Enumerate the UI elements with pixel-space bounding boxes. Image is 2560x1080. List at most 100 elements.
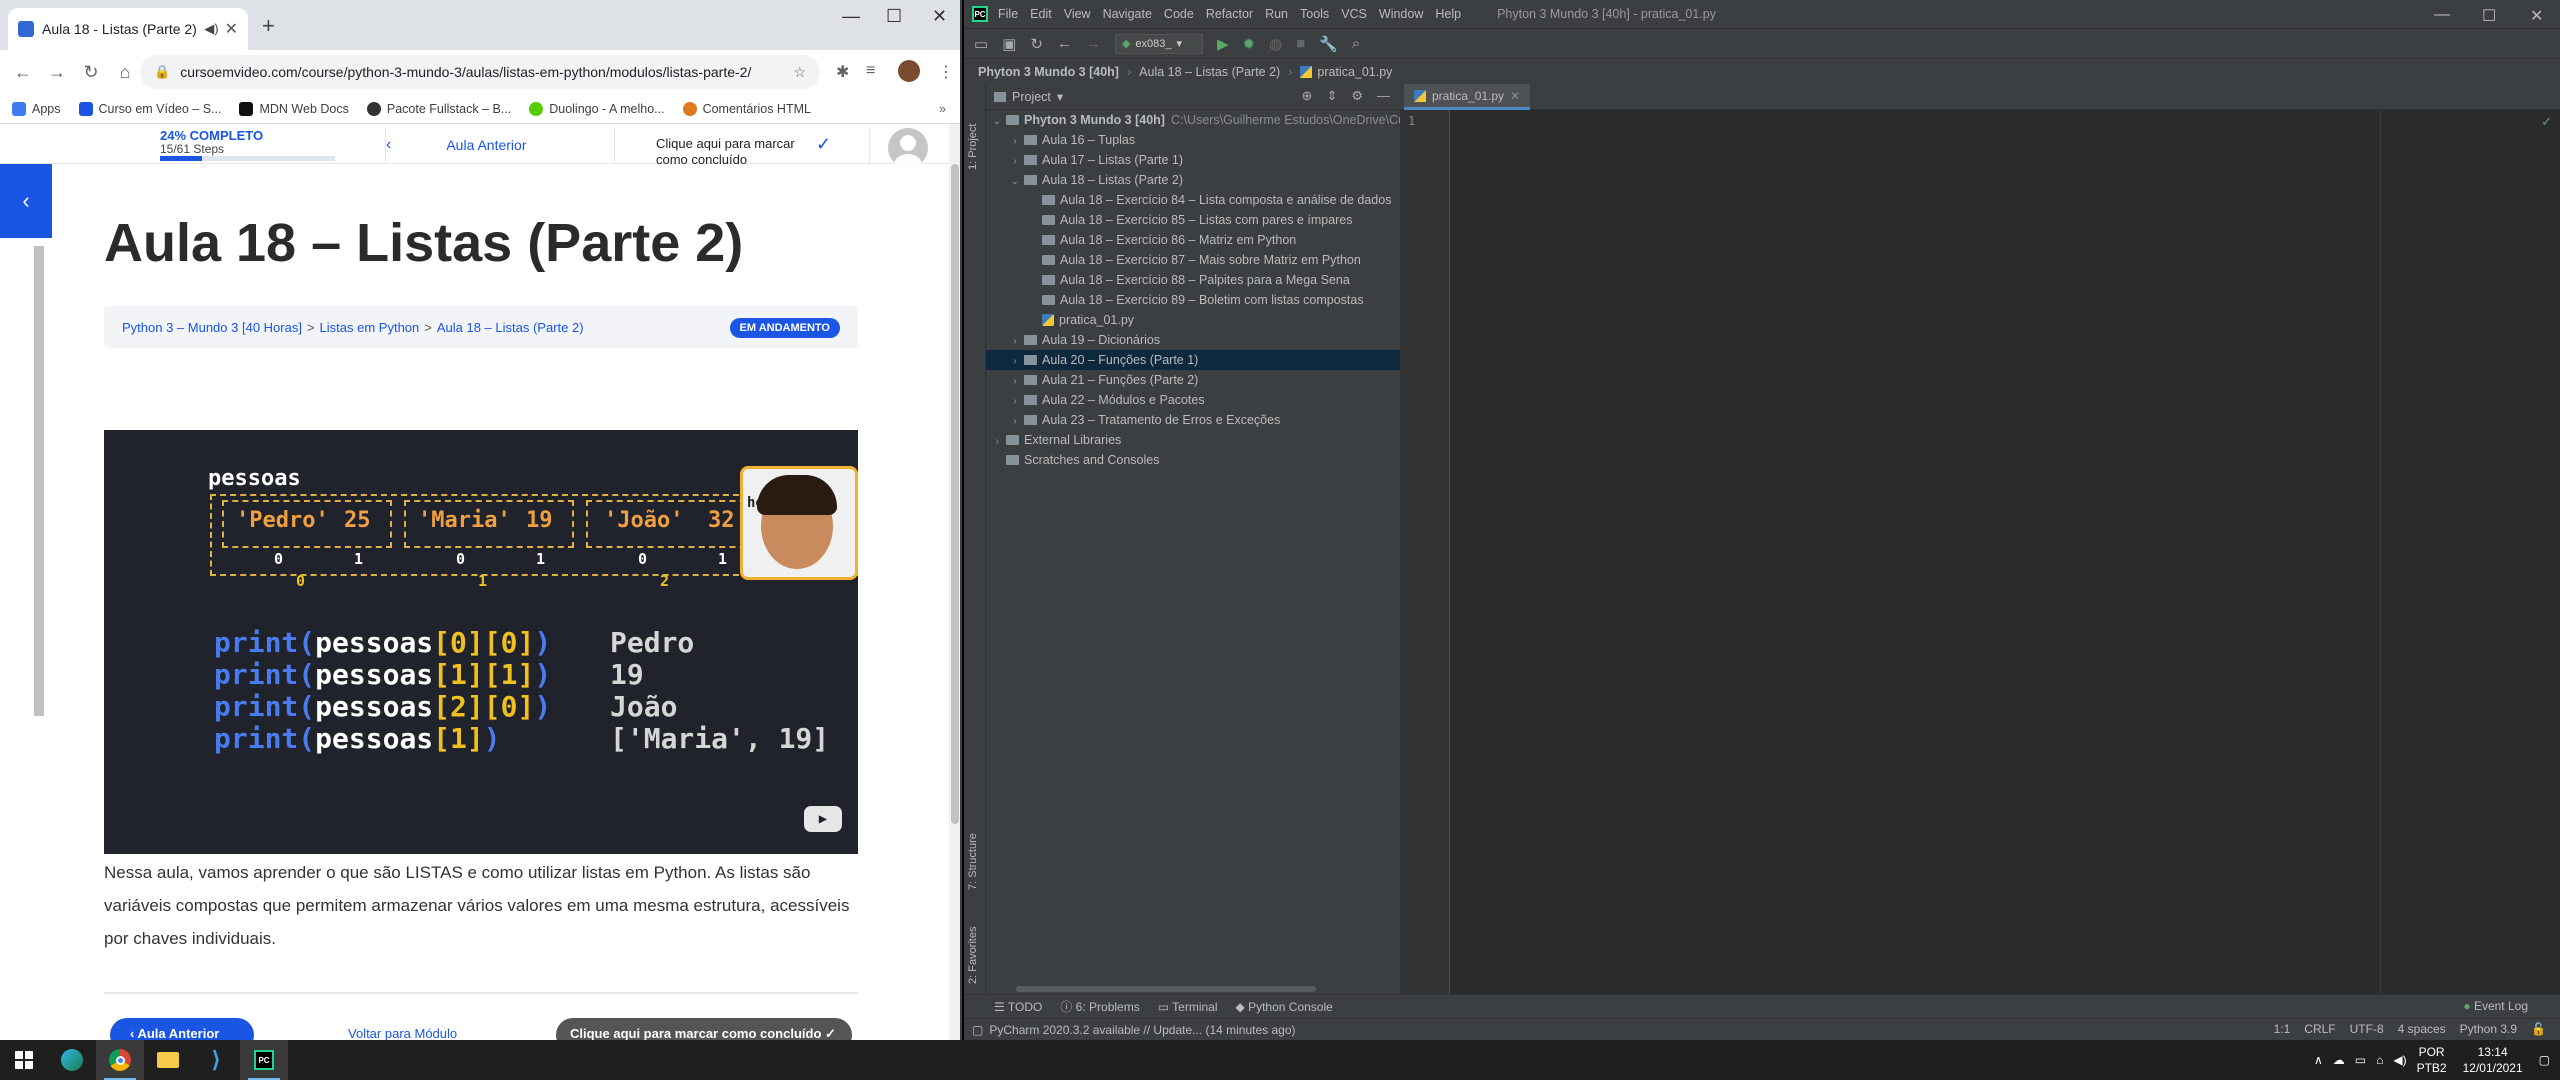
menu-run[interactable]: Run	[1265, 7, 1288, 21]
tree-item[interactable]: Aula 18 – Exercício 84 – Lista composta …	[986, 190, 1400, 210]
profile-avatar[interactable]	[898, 60, 920, 82]
network-icon[interactable]: ⌂	[2376, 1053, 2383, 1067]
line-separator[interactable]: CRLF	[2304, 1022, 2335, 1036]
forward-icon[interactable]: →	[40, 62, 74, 83]
file-encoding[interactable]: UTF-8	[2350, 1022, 2384, 1036]
menu-code[interactable]: Code	[1164, 7, 1194, 21]
taskbar-chrome[interactable]	[96, 1040, 144, 1080]
stop-icon[interactable]: ■	[1296, 35, 1305, 52]
collapsed-arrow-icon[interactable]: ›	[990, 432, 1004, 452]
menu-edit[interactable]: Edit	[1030, 7, 1052, 21]
collapsed-arrow-icon[interactable]: ›	[1008, 392, 1022, 412]
menu-window[interactable]: Window	[1379, 7, 1423, 21]
cloud-icon[interactable]: ☁	[2333, 1053, 2345, 1067]
wrench-icon[interactable]: 🔧	[1319, 35, 1338, 53]
tray-chevron-icon[interactable]: ∧	[2314, 1053, 2323, 1067]
minimize-icon[interactable]: —	[2434, 6, 2450, 24]
more-bookmarks-icon[interactable]: »	[939, 102, 946, 116]
close-tab-icon[interactable]: ✕	[225, 19, 238, 39]
collapsed-arrow-icon[interactable]: ›	[1008, 332, 1022, 352]
project-view-select[interactable]: Project	[1012, 90, 1051, 104]
bookmark-comentarios-html[interactable]: Comentários HTML	[682, 101, 811, 116]
lesson-video-player[interactable]: pessoas 'Pedro' 25 'Maria' 19 'João' 32 …	[104, 430, 858, 854]
notifications-icon[interactable]: ▢	[2539, 1053, 2550, 1067]
tree-item[interactable]: Scratches and Consoles	[986, 450, 1400, 470]
tree-item[interactable]: pratica_01.py	[986, 310, 1400, 330]
tree-item[interactable]: › Aula 22 – Módulos e Pacotes	[986, 390, 1400, 410]
maximize-icon[interactable]: ☐	[2482, 6, 2496, 26]
tree-item[interactable]: Aula 18 – Exercício 86 – Matriz em Pytho…	[986, 230, 1400, 250]
tree-item[interactable]: › Aula 19 – Dicionários	[986, 330, 1400, 350]
bottom-mark-complete-button[interactable]: Clique aqui para marcar como concluído ✓	[556, 1018, 852, 1040]
close-window-icon[interactable]: ✕	[932, 6, 947, 27]
taskbar-pycharm[interactable]: PC	[240, 1040, 288, 1080]
tree-item[interactable]: Aula 18 – Exercício 87 – Mais sobre Matr…	[986, 250, 1400, 270]
run-config-select[interactable]: ◆ ex083_ ▾	[1114, 33, 1203, 54]
breadcrumb-link-module[interactable]: Listas em Python	[320, 320, 420, 335]
run-icon[interactable]: ▶	[1217, 35, 1229, 53]
clock[interactable]: 13:14 12/01/2021	[2463, 1044, 2523, 1076]
chrome-menu-icon[interactable]: ⋮	[938, 62, 954, 82]
inspection-ok-icon[interactable]: ✓	[2541, 114, 2552, 130]
collapse-all-icon[interactable]: ⇕	[1326, 88, 1337, 104]
back-to-module-link[interactable]: Voltar para Módulo	[348, 1026, 457, 1040]
url-omnibox[interactable]: 🔒 cursoemvideo.com/course/python-3-mundo…	[140, 55, 820, 89]
terminal-tool-button[interactable]: ▭ Terminal	[1158, 1000, 1218, 1014]
forward-icon[interactable]: →	[1086, 35, 1101, 52]
open-icon[interactable]: ▭	[974, 35, 988, 53]
bottom-previous-button[interactable]: ‹ Aula Anterior	[110, 1018, 254, 1040]
taskbar-edge[interactable]	[48, 1040, 96, 1080]
tree-root[interactable]: ⌄ Phyton 3 Mundo 3 [40h] C:\Users\Guilherm…	[986, 110, 1459, 130]
extensions-icon[interactable]: ✱	[836, 62, 849, 82]
todo-tool-button[interactable]: ☰ TODO	[994, 1000, 1042, 1014]
problems-tool-button[interactable]: ⓘ 6: Problems	[1060, 998, 1139, 1015]
search-icon[interactable]: ⌕	[1352, 35, 1360, 52]
tree-item[interactable]: › Aula 20 – Funções (Parte 1)	[986, 350, 1400, 370]
tree-item[interactable]: › Aula 21 – Funções (Parte 2)	[986, 370, 1400, 390]
status-message[interactable]: PyCharm 2020.3.2 available // Update... …	[989, 1023, 1295, 1037]
menu-view[interactable]: View	[1064, 7, 1091, 21]
minimize-icon[interactable]: —	[842, 6, 860, 27]
back-icon[interactable]: ←	[6, 62, 40, 83]
reading-list-icon[interactable]: ≡	[866, 62, 875, 80]
editor-tab-pratica[interactable]: pratica_01.py ✕	[1404, 84, 1531, 110]
coverage-icon[interactable]: ◍	[1269, 35, 1282, 53]
indent-setting[interactable]: 4 spaces	[2398, 1022, 2446, 1036]
nav-crumb-folder[interactable]: Aula 18 – Listas (Parte 2)	[1139, 65, 1280, 79]
bookmark-cursoemvideo[interactable]: Curso em Vídeo – S...	[78, 101, 221, 116]
close-tab-icon[interactable]: ✕	[1510, 89, 1520, 103]
input-language[interactable]: POR PTB2	[2417, 1044, 2447, 1076]
tree-item[interactable]: › Aula 17 – Listas (Parte 1)	[986, 150, 1400, 170]
bookmark-apps[interactable]: Apps	[12, 101, 61, 116]
event-log-button[interactable]: ● Event Log	[2463, 999, 2528, 1013]
menu-vcs[interactable]: VCS	[1341, 7, 1367, 21]
maximize-icon[interactable]: ☐	[886, 6, 902, 27]
interpreter-setting[interactable]: Python 3.9	[2460, 1022, 2517, 1036]
menu-tools[interactable]: Tools	[1300, 7, 1329, 21]
collapsed-arrow-icon[interactable]: ›	[1008, 412, 1022, 432]
mark-complete-button[interactable]: Clique aqui para marcar como concluído ✓	[616, 128, 870, 164]
project-tool-button[interactable]: 1: Project	[967, 124, 979, 170]
menu-file[interactable]: File	[998, 7, 1018, 21]
youtube-play-icon[interactable]: ▶	[804, 806, 842, 832]
new-tab-icon[interactable]: +	[262, 13, 275, 39]
bookmark-mdn[interactable]: MDN Web Docs	[239, 101, 349, 116]
expanded-arrow-icon[interactable]: ⌄	[1008, 172, 1022, 192]
menu-navigate[interactable]: Navigate	[1103, 7, 1152, 21]
battery-icon[interactable]: ▭	[2355, 1053, 2366, 1067]
bookmark-duolingo[interactable]: Duolingo - A melho...	[529, 101, 665, 116]
locate-icon[interactable]: ⊕	[1302, 88, 1313, 104]
collapsed-arrow-icon[interactable]: ›	[1008, 132, 1022, 152]
breadcrumb-link-lesson[interactable]: Aula 18 – Listas (Parte 2)	[437, 320, 584, 335]
dropdown-arrow-icon[interactable]: ▾	[1057, 89, 1063, 104]
speaker-icon[interactable]: ◀)	[204, 21, 218, 37]
browser-tab[interactable]: Aula 18 - Listas (Parte 2) - Cu ◀) ✕	[8, 8, 248, 50]
sidebar-toggle-button[interactable]: ‹	[0, 164, 52, 238]
save-icon[interactable]: ▣	[1002, 35, 1016, 53]
collapsed-arrow-icon[interactable]: ›	[1008, 152, 1022, 172]
caret-position[interactable]: 1:1	[2274, 1022, 2291, 1036]
close-window-icon[interactable]: ✕	[2530, 6, 2543, 26]
start-button[interactable]	[0, 1040, 48, 1080]
tree-item[interactable]: Aula 18 – Exercício 89 – Boletim com lis…	[986, 290, 1400, 310]
bookmark-star-icon[interactable]: ☆	[793, 64, 806, 81]
